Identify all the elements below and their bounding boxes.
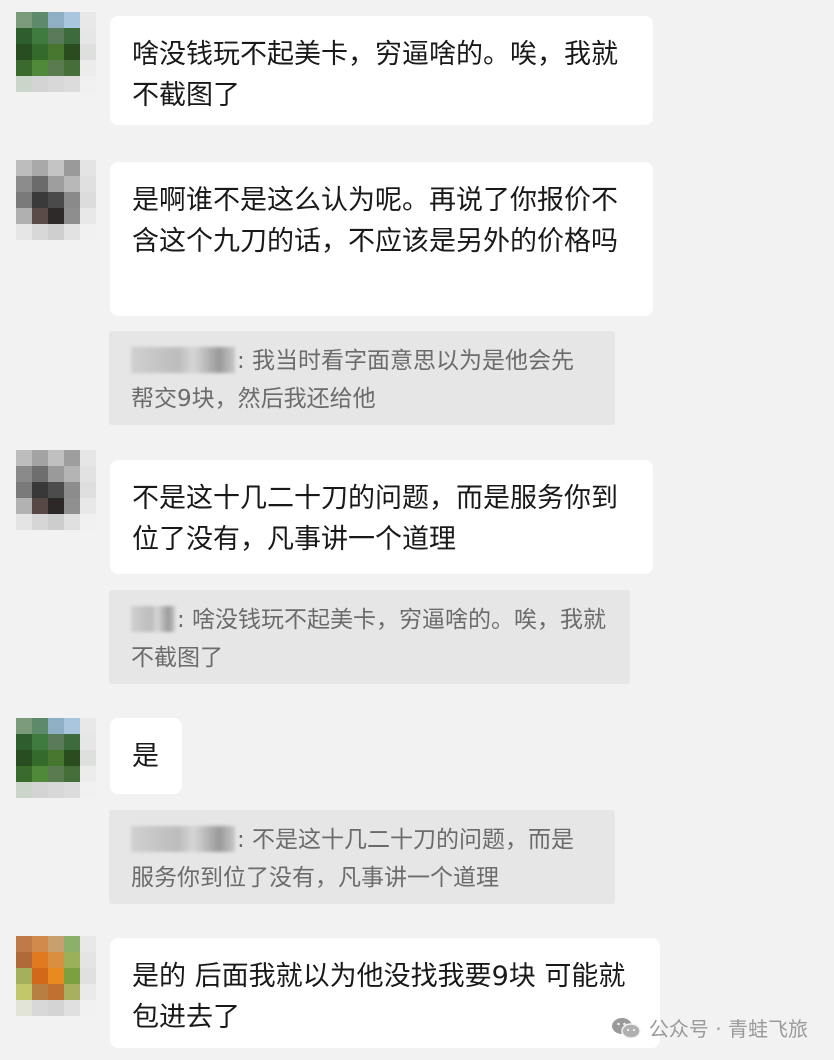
- message-bubble[interactable]: 不是这十几二十刀的问题，而是服务你到位了没有，凡事讲一个道理: [110, 460, 653, 574]
- blurred-username: [131, 606, 175, 632]
- message-bubble[interactable]: 啥没钱玩不起美卡，穷逼啥的。唉，我就不截图了: [110, 16, 653, 125]
- watermark: 公众号 · 青蛙飞旅: [611, 1013, 808, 1042]
- message-text: 啥没钱玩不起美卡，穷逼啥的。唉，我就不截图了: [132, 39, 618, 111]
- avatar[interactable]: [16, 12, 96, 92]
- message-bubble[interactable]: 是啊谁不是这么认为呢。再说了你报价不含这个九刀的话，不应该是另外的价格吗: [110, 162, 653, 316]
- quote-text: : 啥没钱玩不起美卡，穷逼啥的。唉，我就不截图了: [131, 607, 607, 671]
- blurred-username: [131, 347, 235, 373]
- avatar[interactable]: [16, 160, 96, 240]
- watermark-text: 公众号 · 青蛙飞旅: [648, 1017, 808, 1041]
- blurred-username: [131, 826, 235, 852]
- avatar[interactable]: [16, 936, 96, 1016]
- wechat-icon: [611, 1017, 641, 1039]
- message-text: 是的 后面我就以为他没找我要9块 可能就包进去了: [132, 961, 626, 1033]
- avatar[interactable]: [16, 450, 96, 530]
- quoted-reply[interactable]: : 不是这十几二十刀的问题，而是服务你到位了没有，凡事讲一个道理: [109, 810, 615, 904]
- message-text: 是: [132, 741, 159, 772]
- message-text: 是啊谁不是这么认为呢。再说了你报价不含这个九刀的话，不应该是另外的价格吗: [132, 185, 618, 257]
- quoted-reply[interactable]: : 啥没钱玩不起美卡，穷逼啥的。唉，我就不截图了: [109, 590, 630, 684]
- message-bubble[interactable]: 是的 后面我就以为他没找我要9块 可能就包进去了: [110, 938, 660, 1048]
- message-bubble[interactable]: 是: [110, 718, 182, 794]
- avatar[interactable]: [16, 718, 96, 798]
- message-text: 不是这十几二十刀的问题，而是服务你到位了没有，凡事讲一个道理: [132, 483, 618, 555]
- quoted-reply[interactable]: : 我当时看字面意思以为是他会先帮交9块，然后我还给他: [109, 331, 615, 425]
